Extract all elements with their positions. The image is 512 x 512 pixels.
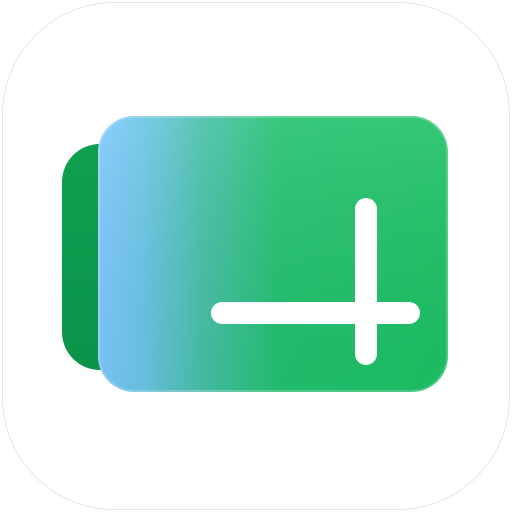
add-tab-icon: [62, 116, 448, 392]
app-icon[interactable]: [0, 0, 512, 512]
screen: [0, 0, 512, 512]
